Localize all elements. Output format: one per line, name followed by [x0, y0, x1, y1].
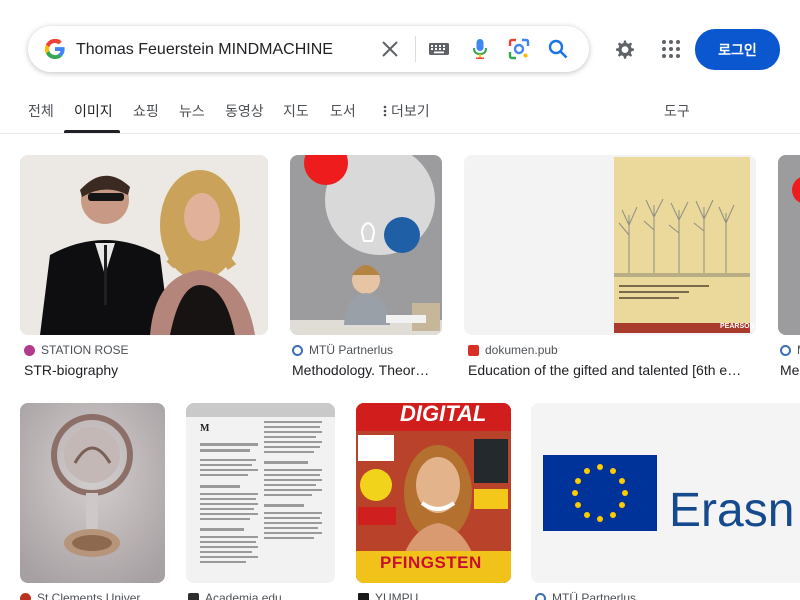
result-source: St Clements Univer… [20, 591, 165, 600]
search-tabs: 전체 이미지 쇼핑 뉴스 동영상 지도 도서 더보기 도구 [0, 90, 800, 134]
result-source-label: MTÜ Partnerlus [552, 591, 637, 600]
favicon-icon [468, 344, 479, 356]
tools-button[interactable]: 도구 [664, 101, 690, 121]
result-thumbnail [290, 155, 442, 335]
favicon-icon [24, 344, 35, 356]
result-source: dokumen.pub [468, 343, 756, 357]
result-thumbnail: PEARSON [464, 155, 756, 335]
search-input[interactable] [76, 39, 396, 61]
magazine-headline: PFINGSTEN [380, 553, 482, 572]
result-source: STATION ROSE [24, 343, 264, 357]
erasmus-text: Erasn [669, 484, 795, 537]
tab-all[interactable]: 전체 [28, 101, 54, 121]
result-thumbnail [778, 155, 800, 335]
image-result[interactable]: DIGITAL PFINGSTEN YUMPU [356, 403, 511, 600]
active-tab-indicator [64, 130, 120, 133]
apps-grid-icon[interactable] [659, 37, 683, 61]
result-source-label: STATION ROSE [41, 343, 129, 357]
image-result[interactable]: St Clements Univer… [20, 403, 165, 600]
camera-lens-icon[interactable] [507, 37, 531, 61]
result-source-label: Academia.edu [205, 591, 282, 600]
image-result[interactable]: Erasn MTÜ Partnerlus [531, 403, 800, 600]
result-source-label: dokumen.pub [485, 343, 558, 357]
result-source-label: YUMPU [375, 591, 419, 600]
result-source: M [780, 343, 800, 357]
login-button[interactable]: 로그인 [695, 29, 780, 70]
tab-news[interactable]: 뉴스 [179, 101, 205, 121]
close-icon[interactable] [378, 37, 402, 61]
result-thumbnail: M [186, 403, 335, 583]
result-thumbnail: Erasn [531, 403, 800, 583]
result-source: Academia.edu [188, 591, 335, 600]
book-cover-publisher: PEARSON [720, 323, 755, 330]
favicon-icon [292, 344, 303, 356]
gear-icon[interactable] [611, 37, 637, 63]
image-result[interactable]: STATION ROSE STR-biography [20, 155, 268, 385]
result-source: MTÜ Partnerlus [535, 591, 795, 600]
image-result[interactable]: M Me [778, 155, 800, 385]
result-source-label: MTÜ Partnerlus [309, 343, 394, 357]
search-icon[interactable] [546, 37, 570, 61]
tab-videos[interactable]: 동영상 [225, 101, 264, 121]
result-title: STR-biography [24, 362, 119, 378]
search-divider [415, 36, 416, 62]
image-result[interactable]: MTÜ Partnerlus Methodology. Theor… [290, 155, 442, 385]
result-title: Methodology. Theor… [292, 362, 430, 378]
favicon-icon [188, 592, 199, 600]
favicon-icon [358, 592, 369, 600]
result-source: MTÜ Partnerlus [292, 343, 442, 357]
favicon-icon [535, 592, 546, 600]
keyboard-icon[interactable] [426, 37, 452, 61]
favicon-icon [20, 592, 31, 600]
tab-more[interactable]: 더보기 [383, 101, 430, 121]
result-thumbnail [20, 155, 268, 335]
paper-heading-letter: M [200, 423, 210, 434]
vertical-dots-icon [383, 105, 387, 117]
result-title: Education of the gifted and talented [6t… [468, 362, 742, 378]
image-result[interactable]: PEARSON dokumen.pub Education of the gif… [464, 155, 756, 385]
tab-shopping[interactable]: 쇼핑 [133, 101, 159, 121]
tab-more-label: 더보기 [391, 103, 430, 119]
google-logo-icon [44, 38, 65, 60]
image-result[interactable]: M Academia.edu [186, 403, 335, 600]
mic-icon[interactable] [468, 37, 492, 61]
tab-books[interactable]: 도서 [330, 101, 356, 121]
result-source: YUMPU [358, 591, 511, 600]
tab-images[interactable]: 이미지 [74, 101, 113, 121]
favicon-icon [780, 344, 791, 356]
tab-maps[interactable]: 지도 [283, 101, 309, 121]
result-thumbnail [20, 403, 165, 583]
result-source-label: St Clements Univer… [37, 591, 153, 600]
result-title: Me [780, 362, 800, 378]
magazine-title: DIGITAL [400, 403, 487, 426]
result-thumbnail: DIGITAL PFINGSTEN [356, 403, 511, 583]
search-bar[interactable] [28, 26, 589, 72]
